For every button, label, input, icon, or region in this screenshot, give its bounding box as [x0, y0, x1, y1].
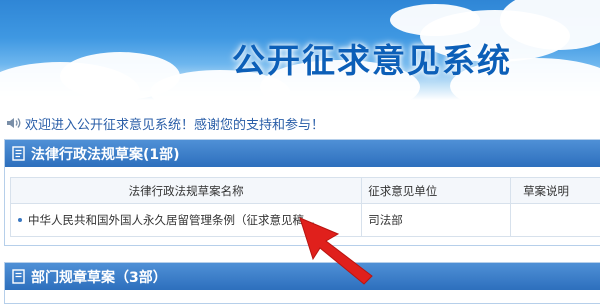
section-title: 部门规章草案（3部） — [31, 267, 167, 287]
draft-link[interactable]: 中华人民共和国外国人永久居留管理条例（征求意见稿... — [28, 213, 315, 227]
welcome-message: 欢迎进入公开征求意见系统！感谢您的支持和参与！ — [6, 114, 324, 132]
section-title: 法律行政法规草案(1部) — [31, 144, 180, 164]
column-header-note: 草案说明 — [511, 178, 600, 204]
column-header-unit: 征求意见单位 — [362, 178, 511, 204]
speaker-icon — [6, 116, 22, 130]
table-header-row: 法律行政法规草案名称 征求意见单位 草案说明 — [11, 178, 600, 204]
document-icon — [12, 146, 25, 161]
banner: 公开征求意见系统 — [0, 0, 600, 100]
red-arrow-icon — [296, 214, 378, 286]
bullet-icon — [18, 218, 22, 222]
draft-note-cell — [511, 204, 600, 237]
section-header-laws[interactable]: 法律行政法规草案(1部) — [5, 140, 600, 167]
draft-unit-cell: 司法部 — [362, 204, 511, 237]
welcome-text: 欢迎进入公开征求意见系统！感谢您的支持和参与！ — [25, 114, 324, 133]
site-title: 公开征求意见系统 — [232, 34, 512, 82]
document-icon — [12, 269, 25, 284]
column-header-name: 法律行政法规草案名称 — [11, 178, 362, 204]
